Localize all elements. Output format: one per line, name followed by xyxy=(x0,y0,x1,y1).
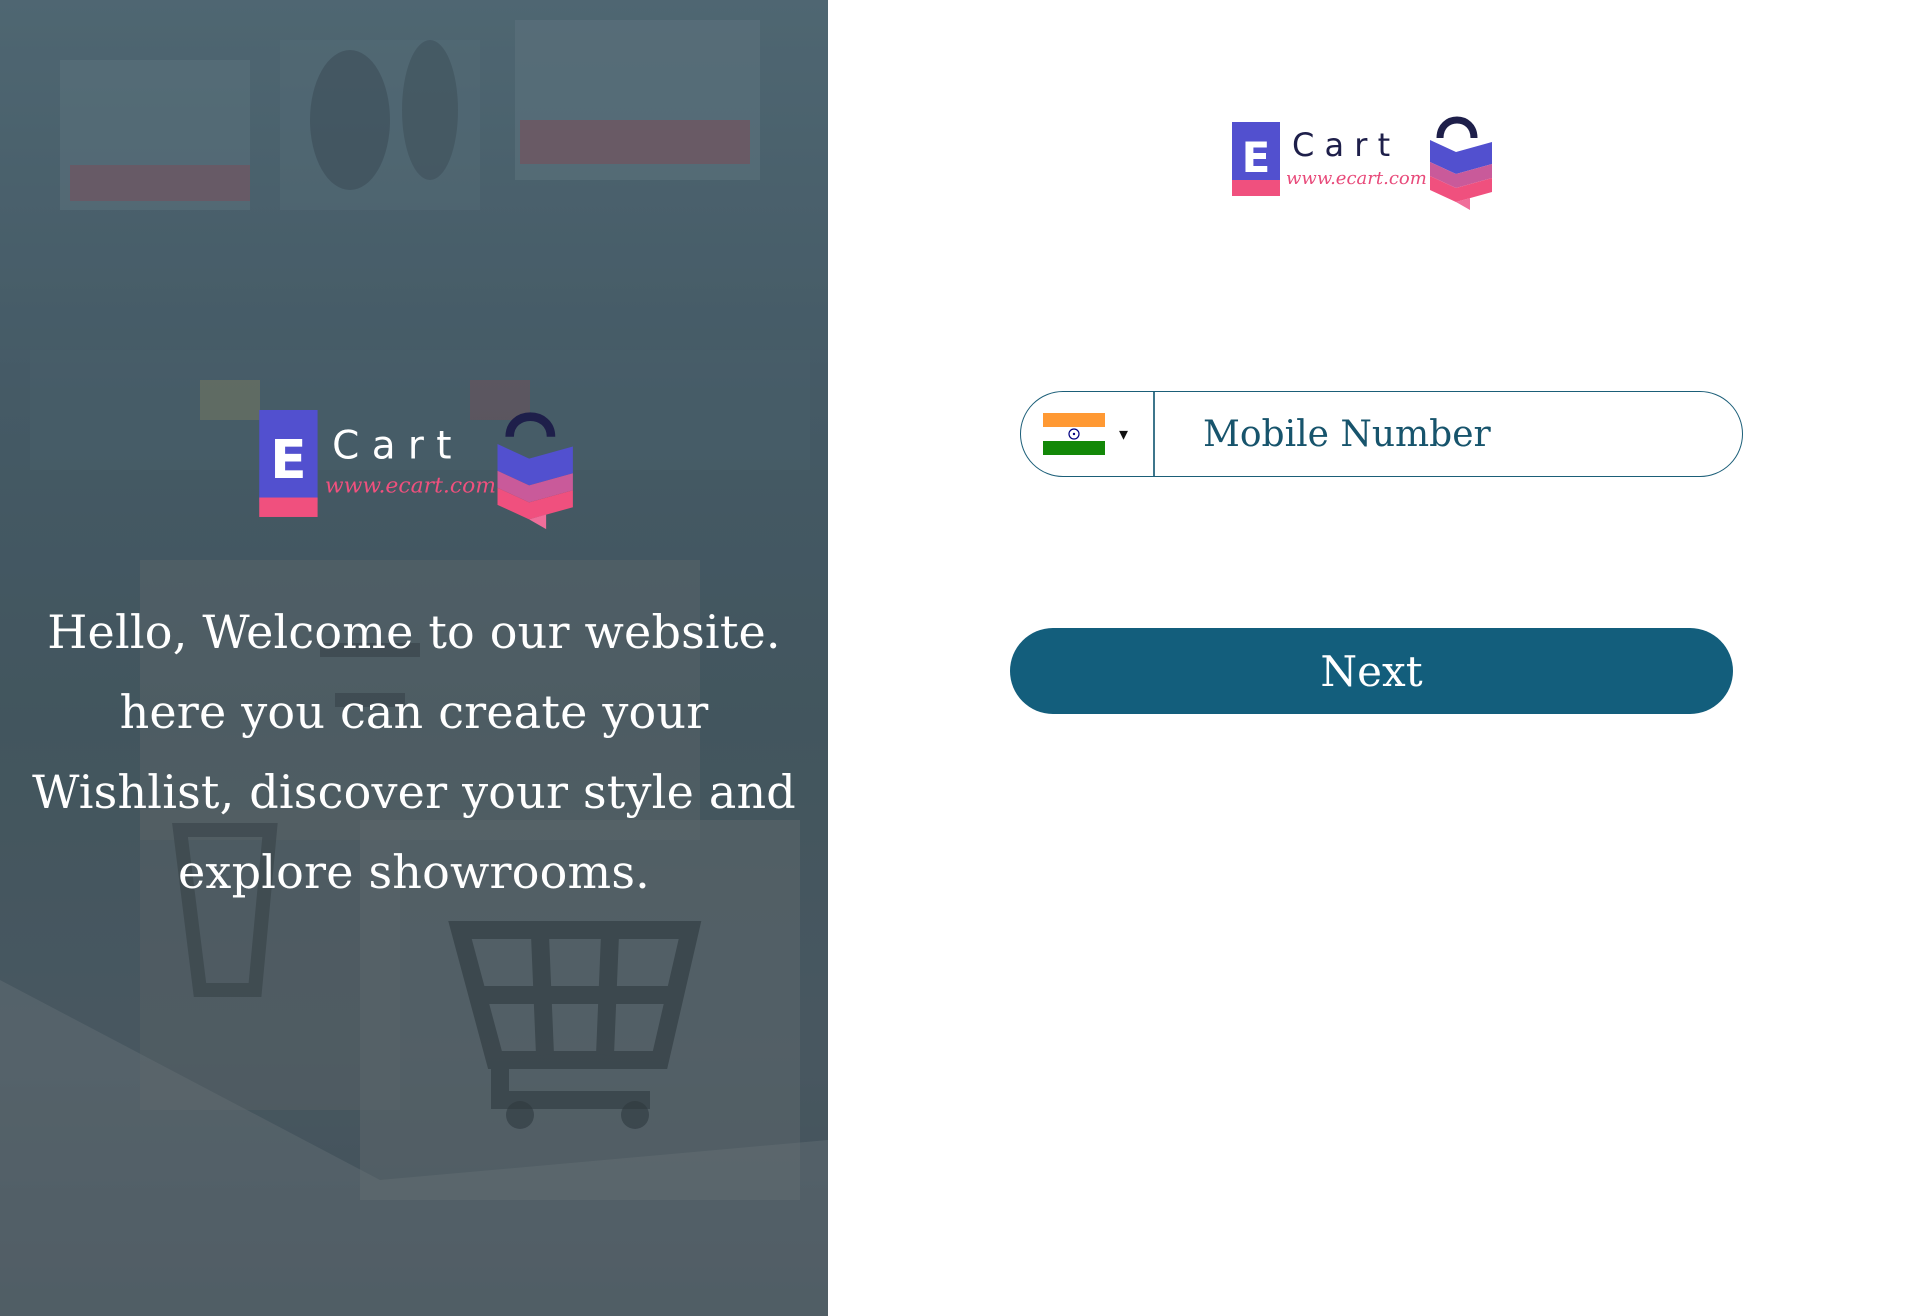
phone-number-field: ▾ xyxy=(1020,391,1743,477)
shopping-bag-icon xyxy=(1430,116,1492,210)
shopping-bag-icon xyxy=(497,412,573,530)
ecart-logo: E C a r t www.ecart.com xyxy=(259,410,573,530)
next-button[interactable]: Next xyxy=(1010,628,1733,714)
mobile-number-input[interactable] xyxy=(1155,392,1742,476)
india-flag-icon xyxy=(1043,413,1105,455)
ecart-logo: E C a r t www.ecart.com xyxy=(1232,116,1492,210)
caret-down-icon: ▾ xyxy=(1119,423,1129,445)
country-code-selector[interactable]: ▾ xyxy=(1021,392,1153,476)
logo-name: C a r t xyxy=(1292,126,1390,164)
logo-name: C a r t xyxy=(332,424,451,469)
welcome-panel: E C a r t www.ecart.com Hello, Welcome t… xyxy=(0,0,828,1316)
welcome-message: Hello, Welcome to our website. here you … xyxy=(32,605,796,899)
logo-url: www.ecart.com xyxy=(325,474,496,499)
logo-letter: E xyxy=(1242,133,1271,182)
logo-letter: E xyxy=(270,428,307,491)
field-divider xyxy=(1153,392,1155,476)
logo-url: www.ecart.com xyxy=(1286,168,1427,189)
